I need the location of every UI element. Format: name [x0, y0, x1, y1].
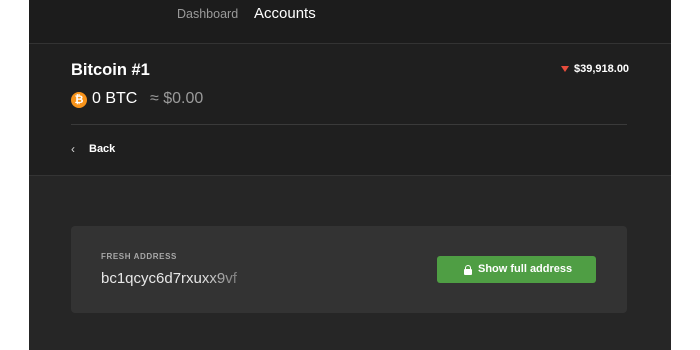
fresh-address-card: FRESH ADDRESS bc1qcyc6d7rxuxx9vf Show fu…	[71, 226, 627, 313]
tab-accounts[interactable]: Accounts	[254, 5, 316, 22]
show-full-address-button[interactable]: Show full address	[437, 256, 596, 283]
tab-dashboard[interactable]: Dashboard	[177, 7, 238, 21]
header-divider	[71, 124, 627, 125]
show-full-address-label: Show full address	[478, 263, 573, 275]
fiat-balance: ≈ $0.00	[150, 90, 204, 107]
chevron-left-icon: ‹	[71, 142, 75, 156]
lock-icon	[464, 265, 472, 275]
crypto-balance: 0 BTC	[92, 90, 138, 107]
app-window: Dashboard Accounts Bitcoin #1 ₿ 0 BTC ≈ …	[29, 0, 671, 350]
account-title: Bitcoin #1	[71, 61, 150, 79]
account-header: Bitcoin #1 ₿ 0 BTC ≈ $0.00 $39,918.00 ‹ …	[29, 44, 671, 176]
bitcoin-icon: ₿	[71, 92, 87, 108]
back-label: Back	[89, 143, 116, 155]
address-value: bc1qcyc6d7rxuxx9vf	[101, 270, 237, 287]
top-navigation: Dashboard Accounts	[29, 0, 671, 44]
fresh-address-label: FRESH ADDRESS	[101, 252, 177, 261]
down-triangle-icon	[561, 66, 569, 72]
market-price: $39,918.00	[574, 63, 630, 75]
